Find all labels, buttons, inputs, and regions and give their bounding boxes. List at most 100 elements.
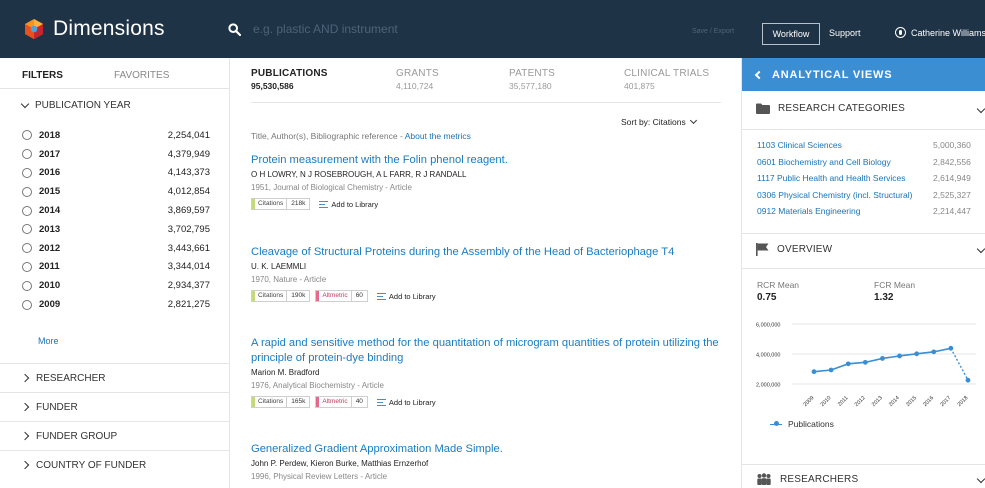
category-row[interactable]: 1117 Public Health and Health Services 2,… — [757, 173, 985, 190]
add-to-library-button[interactable]: Add to Library — [319, 200, 378, 209]
people-icon — [757, 473, 771, 485]
chevron-down-icon[interactable] — [976, 104, 985, 114]
year-row-2016[interactable]: 2016 4,143,373 — [22, 164, 210, 183]
publication-year-header[interactable]: PUBLICATION YEAR — [20, 99, 131, 111]
altmetric-badge[interactable]: Altmetric 60 — [315, 290, 368, 302]
citations-badge[interactable]: Citations 190k — [251, 290, 311, 302]
chevron-right-icon — [20, 431, 30, 441]
publication-item: Generalized Gradient Approximation Made … — [251, 442, 721, 481]
x-tick-label: 2015 — [905, 395, 918, 408]
publication-meta: 1996, Physical Review Letters - Article — [251, 472, 388, 481]
app-logo[interactable]: Dimensions — [22, 17, 165, 41]
tab-filters[interactable]: FILTERS — [22, 70, 63, 81]
user-icon — [895, 27, 906, 38]
radio-button[interactable] — [22, 243, 32, 254]
tab-patents[interactable]: PATENTS 35,577,180 — [509, 68, 555, 91]
year-row-2012[interactable]: 2012 3,443,661 — [22, 239, 210, 258]
publication-title[interactable]: A rapid and sensitive method for the qua… — [251, 336, 721, 366]
radio-button[interactable] — [22, 130, 32, 141]
citations-badge[interactable]: Citations 218k — [251, 198, 311, 210]
dimensions-logo-icon — [25, 19, 43, 39]
citations-badge[interactable]: Citations 165k — [251, 396, 311, 408]
y-tick-label: 6,000,000 — [756, 323, 780, 329]
divider — [742, 129, 985, 130]
altmetric-badge[interactable]: Altmetric 40 — [315, 396, 368, 408]
filter-tabs: FILTERS FAVORITES — [22, 70, 169, 81]
chevron-down-icon — [20, 99, 30, 109]
category-row[interactable]: 0601 Biochemistry and Cell Biology 2,842,… — [757, 157, 985, 174]
filter-funder-group[interactable]: FUNDER GROUP — [0, 421, 230, 450]
category-row[interactable]: 1103 Clinical Sciences 5,000,360 — [757, 140, 985, 157]
x-tick-label: 2012 — [854, 395, 867, 408]
add-list-icon — [376, 398, 386, 406]
chevron-right-icon — [20, 373, 30, 383]
year-row-2011[interactable]: 2011 3,344,014 — [22, 258, 210, 277]
add-list-icon — [319, 200, 329, 208]
divider — [0, 88, 230, 89]
publication-title[interactable]: Cleavage of Structural Proteins during t… — [251, 245, 721, 260]
year-row-2015[interactable]: 2015 4,012,854 — [22, 182, 210, 201]
tab-favorites[interactable]: FAVORITES — [114, 70, 169, 81]
year-row-2018[interactable]: 2018 2,254,041 — [22, 126, 210, 145]
data-point — [811, 369, 817, 375]
category-row[interactable]: 0306 Physical Chemistry (incl. Structura… — [757, 190, 985, 207]
radio-button[interactable] — [22, 205, 32, 216]
publication-title[interactable]: Generalized Gradient Approximation Made … — [251, 442, 721, 457]
chevron-down-icon[interactable] — [976, 244, 985, 254]
workflow-button[interactable]: Workflow — [762, 23, 820, 45]
series-line-partial — [950, 347, 969, 381]
more-link[interactable]: More — [38, 336, 59, 346]
category-row[interactable]: 0912 Materials Engineering 2,214,447 — [757, 206, 985, 223]
x-tick-label: 2016 — [922, 395, 935, 408]
year-row-2017[interactable]: 2017 4,379,949 — [22, 145, 210, 164]
radio-button[interactable] — [22, 149, 32, 160]
legend-marker — [770, 421, 782, 427]
search-bar[interactable]: e.g. plastic AND instrument — [228, 22, 398, 36]
publications-line-chart: 6,000,000 4,000,000 2,000,000 2009 2010 2011 2… — [756, 323, 976, 408]
divider — [742, 268, 985, 269]
radio-button[interactable] — [22, 280, 32, 291]
divider — [742, 464, 985, 465]
analytical-views-header[interactable]: ANALYTICAL VIEWS — [742, 58, 985, 91]
radio-button[interactable] — [22, 186, 32, 197]
research-categories-header[interactable]: RESEARCH CATEGORIES — [756, 103, 905, 114]
year-row-2010[interactable]: 2010 2,934,377 — [22, 276, 210, 295]
radio-button[interactable] — [22, 261, 32, 272]
radio-button[interactable] — [22, 224, 32, 235]
sort-dropdown[interactable]: Sort by: Citations — [621, 116, 697, 127]
search-input[interactable]: e.g. plastic AND instrument — [253, 22, 398, 36]
year-row-2014[interactable]: 2014 3,869,597 — [22, 201, 210, 220]
tab-clinical-trials[interactable]: CLINICAL TRIALS 401,875 — [624, 68, 709, 91]
publication-title[interactable]: Protein measurement with the Folin pheno… — [251, 153, 721, 168]
year-row-2009[interactable]: 2009 2,821,275 — [22, 295, 210, 314]
search-icon[interactable] — [228, 22, 241, 36]
x-tick-label: 2014 — [888, 395, 901, 408]
tab-grants[interactable]: GRANTS 4,110,724 — [396, 68, 439, 91]
publication-authors: U. K. LAEMMLI — [251, 262, 307, 271]
radio-button[interactable] — [22, 299, 32, 310]
researchers-header[interactable]: RESEARCHERS — [756, 473, 858, 485]
folder-icon — [756, 103, 770, 114]
radio-button[interactable] — [22, 167, 32, 178]
chevron-down-icon[interactable] — [976, 474, 985, 484]
chevron-left-icon[interactable] — [754, 70, 764, 79]
data-point — [880, 356, 885, 361]
chart-legend[interactable]: Publications — [770, 419, 834, 429]
save-export-button[interactable]: Save / Export — [692, 28, 734, 35]
data-point — [828, 367, 834, 373]
year-row-2013[interactable]: 2013 3,702,795 — [22, 220, 210, 239]
x-tick-label: 2009 — [803, 395, 816, 408]
support-link[interactable]: Support — [829, 28, 861, 38]
filter-researcher[interactable]: RESEARCHER — [0, 363, 230, 392]
tab-publications[interactable]: PUBLICATIONS 95,530,586 — [251, 68, 328, 91]
filter-country-of-funder[interactable]: COUNTRY OF FUNDER — [0, 450, 230, 479]
about-metrics-link[interactable]: About the metrics — [405, 131, 471, 141]
add-to-library-button[interactable]: Add to Library — [376, 398, 436, 407]
user-menu[interactable]: Catherine Williams — [895, 27, 985, 38]
add-to-library-button[interactable]: Add to Library — [376, 292, 436, 301]
fcr-mean: FCR Mean 1.32 — [874, 280, 916, 303]
overview-header[interactable]: OVERVIEW — [756, 243, 832, 256]
data-point — [965, 377, 971, 383]
publication-meta: 1951, Journal of Biological Chemistry - … — [251, 183, 412, 192]
filter-funder[interactable]: FUNDER — [0, 392, 230, 421]
